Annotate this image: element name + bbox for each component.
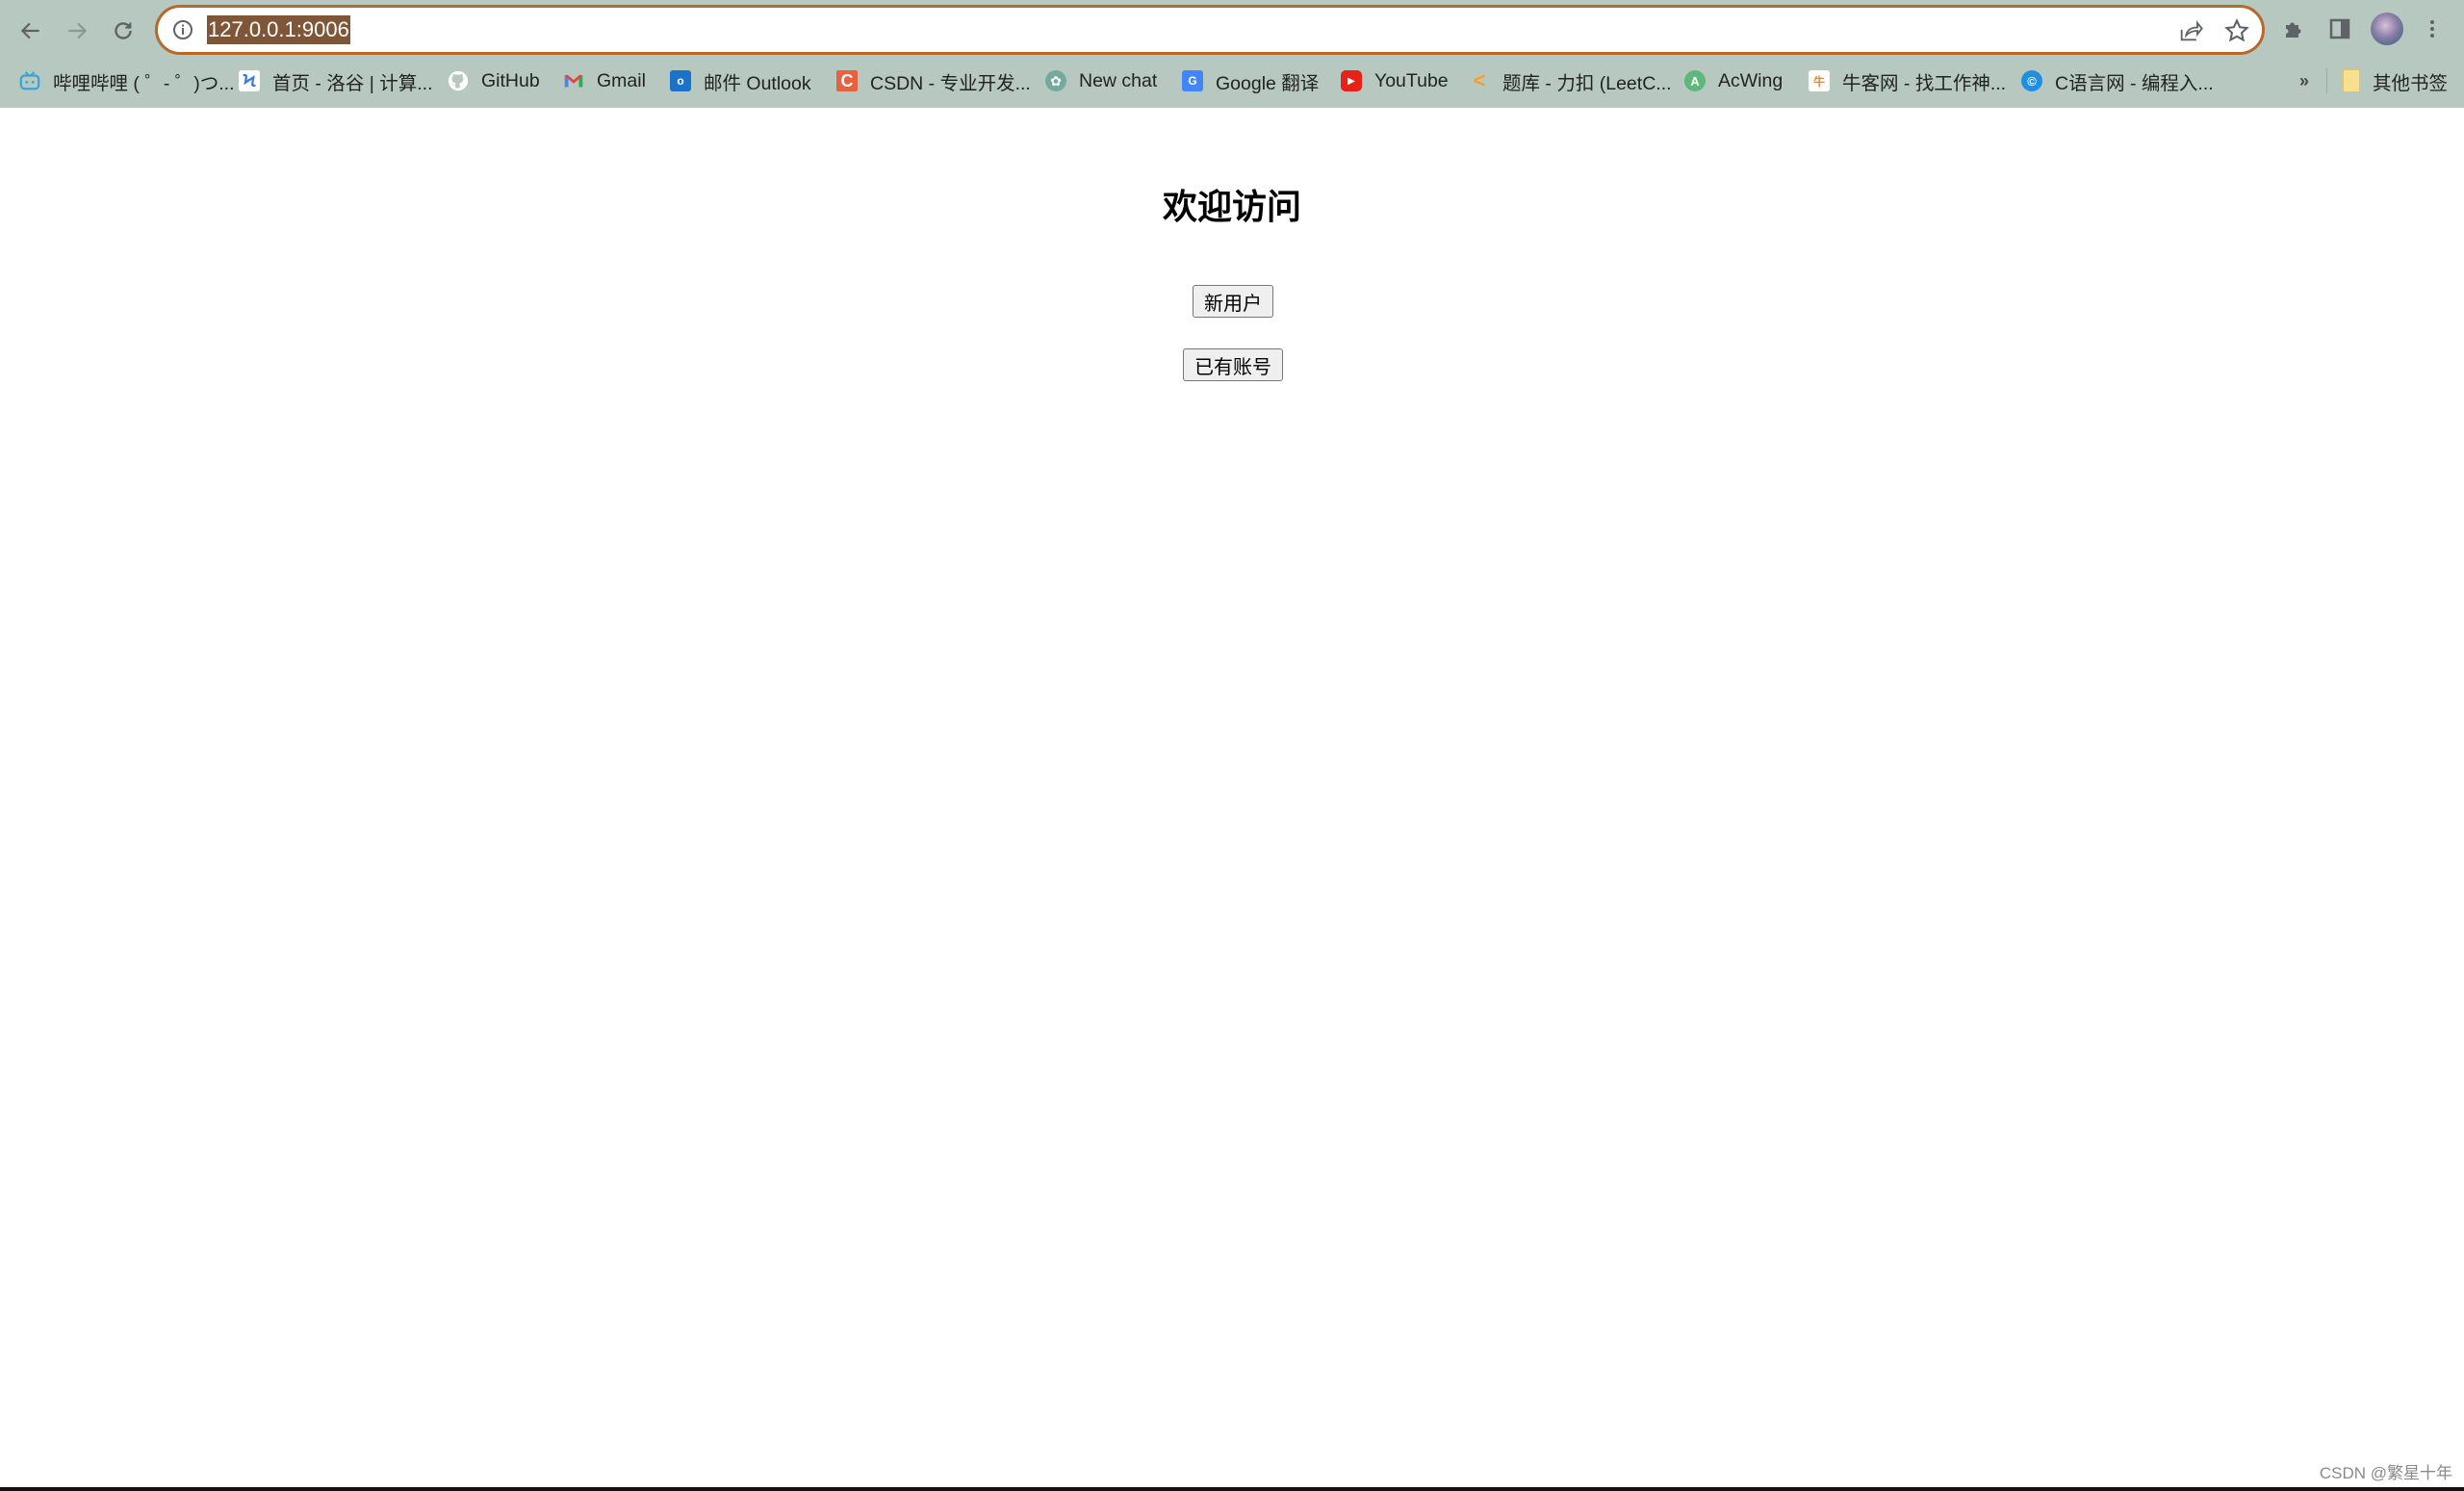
- watermark: CSDN @繁星十年: [2319, 1464, 2452, 1482]
- bookmarks-divider: [2326, 68, 2327, 93]
- star-icon[interactable]: [2223, 17, 2250, 44]
- leetcode-icon: <: [1473, 68, 1486, 92]
- dotcpp-icon: ©: [2021, 70, 2042, 91]
- github-icon: [448, 70, 469, 91]
- bookmark-leetcode[interactable]: < 题库 - 力扣 (LeetC...: [1469, 62, 1672, 100]
- bookmark-label: 邮件 Outlook: [704, 72, 811, 94]
- bookmark-bilibili[interactable]: 哔哩哔哩 ( ゜- ゜)つ...: [19, 62, 235, 100]
- csdn-icon: C: [836, 70, 858, 91]
- bookmark-new-chat[interactable]: ✿ New chat: [1045, 62, 1157, 100]
- bookmark-google-translate[interactable]: G Google 翻译: [1182, 62, 1319, 100]
- bookmark-label: AcWing: [1718, 69, 1784, 91]
- reload-button[interactable]: [106, 13, 141, 48]
- reload-icon: [115, 22, 132, 39]
- luogu-icon: Ϟ: [239, 70, 260, 91]
- bookmark-label: Gmail: [597, 69, 646, 91]
- side-panel-icon: [2329, 18, 2350, 39]
- profile-avatar[interactable]: [2371, 13, 2403, 45]
- bookmark-github[interactable]: GitHub: [448, 62, 540, 100]
- menu-button[interactable]: [2419, 15, 2446, 42]
- bookmark-label: CSDN - 专业开发...: [870, 72, 1031, 94]
- new-user-button[interactable]: 新用户: [1193, 285, 1273, 318]
- share-icon[interactable]: [2177, 17, 2204, 44]
- back-button[interactable]: [13, 13, 48, 48]
- gmail-icon: [563, 70, 584, 91]
- bookmark-label: 题库 - 力扣 (LeetC...: [1502, 72, 1672, 94]
- bookmark-acwing[interactable]: A AcWing: [1684, 62, 1783, 100]
- bookmark-nowcoder[interactable]: 牛 牛客网 - 找工作神...: [1809, 62, 2006, 100]
- google-translate-icon: G: [1182, 70, 1203, 91]
- address-bar[interactable]: 127.0.0.1:9006: [155, 5, 2265, 55]
- chatgpt-icon: ✿: [1045, 70, 1066, 91]
- bookmark-label: C语言网 - 编程入...: [2055, 72, 2214, 94]
- bookmark-gmail[interactable]: Gmail: [563, 62, 646, 100]
- bookmark-label: GitHub: [481, 69, 540, 91]
- browser-chrome: 127.0.0.1:9006 哔哩哔哩 ( ゜- ゜)つ... Ϟ 首页 - 洛…: [0, 0, 2464, 108]
- outlook-icon: o: [670, 70, 691, 91]
- existing-account-button[interactable]: 已有账号: [1183, 348, 1283, 381]
- arrow-right-icon: [68, 22, 88, 39]
- extensions-button[interactable]: [2280, 15, 2307, 42]
- info-icon[interactable]: [171, 18, 194, 41]
- bookmarks-bar: 哔哩哔哩 ( ゜- ゜)つ... Ϟ 首页 - 洛谷 | 计算... GitHu…: [0, 62, 2464, 100]
- bookmarks-overflow-button[interactable]: »: [2299, 62, 2309, 100]
- bookmark-label: 牛客网 - 找工作神...: [1842, 72, 2007, 94]
- kebab-menu-icon: [2430, 20, 2434, 38]
- other-bookmarks-folder[interactable]: 其他书签: [2343, 62, 2448, 100]
- bottom-border: [0, 1487, 2464, 1491]
- puzzle-icon: [2286, 22, 2301, 38]
- side-panel-button[interactable]: [2326, 15, 2353, 42]
- bilibili-icon: [19, 70, 40, 91]
- bookmark-label: 其他书签: [2373, 72, 2449, 94]
- forward-button[interactable]: [60, 13, 94, 48]
- nowcoder-icon: 牛: [1809, 70, 1830, 91]
- bookmark-label: 首页 - 洛谷 | 计算...: [272, 72, 433, 94]
- bookmark-csdn[interactable]: C CSDN - 专业开发...: [836, 62, 1031, 100]
- bookmark-youtube[interactable]: ▶ YouTube: [1341, 62, 1449, 100]
- bookmark-dotcpp[interactable]: © C语言网 - 编程入...: [2021, 62, 2214, 100]
- bookmark-label: Google 翻译: [1216, 72, 1320, 94]
- youtube-icon: ▶: [1341, 70, 1362, 91]
- folder-icon: [2343, 69, 2360, 92]
- arrow-left-icon: [20, 22, 39, 39]
- bookmark-luogu[interactable]: Ϟ 首页 - 洛谷 | 计算...: [239, 62, 432, 100]
- bookmark-outlook[interactable]: o 邮件 Outlook: [670, 62, 811, 100]
- bookmark-label: YouTube: [1374, 69, 1449, 91]
- page-title: 欢迎访问: [1162, 188, 1301, 227]
- bookmark-label: 哔哩哔哩 ( ゜- ゜)つ...: [53, 72, 235, 94]
- acwing-icon: A: [1684, 70, 1706, 91]
- bookmark-label: New chat: [1079, 69, 1158, 91]
- url-text[interactable]: 127.0.0.1:9006: [207, 15, 350, 44]
